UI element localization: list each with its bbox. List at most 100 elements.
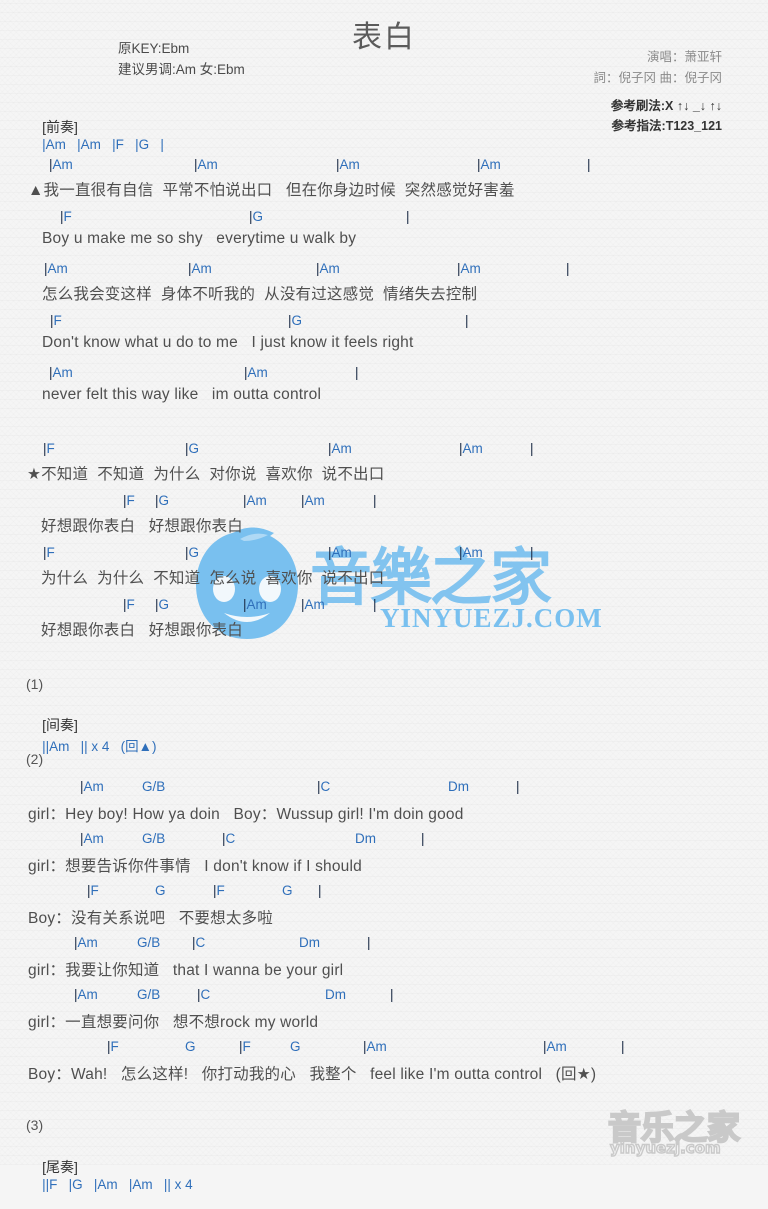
- chord-marker: |Am: [44, 261, 68, 276]
- chord-label: Dm: [448, 779, 469, 794]
- chord-marker: |Am: [477, 157, 501, 172]
- lyric-row: 怎么我会变这样 身体不听我的 从没有过这感觉 情绪失去控制: [42, 286, 478, 303]
- chord-label: G: [252, 209, 264, 224]
- chord-marker: |Am: [363, 1039, 387, 1054]
- chord-label: G/B: [142, 831, 166, 846]
- chord-label: Am: [246, 493, 267, 508]
- chord-marker: |C: [197, 987, 210, 1002]
- lyric-row: never felt this way like im outta contro…: [42, 386, 322, 403]
- chord-marker: |G: [155, 597, 169, 612]
- chord-marker: |F: [213, 883, 225, 898]
- chord-marker: |Am: [243, 493, 267, 508]
- playing-information: 参考刷法:X ↑↓ _↓ ↑↓ 参考指法:T123_121: [611, 96, 722, 136]
- suggested-key: 建议男调:Am 女:Ebm: [118, 62, 245, 77]
- chord-marker: G: [185, 1039, 196, 1054]
- outro-chords: ||F |G |Am |Am || x 4: [42, 1177, 193, 1192]
- bar-line: |: [516, 779, 520, 794]
- chord-label: Am: [247, 365, 268, 380]
- intro-chords: |Am |Am |F |G |: [42, 137, 164, 152]
- chord-marker: G: [155, 883, 166, 898]
- chord-row: |Am G/B |C Dm |: [0, 779, 768, 797]
- chord-row: |F |G |Am |Am |: [0, 597, 768, 615]
- chord-label: G: [290, 1039, 301, 1054]
- rap-section-number: (2): [26, 751, 44, 767]
- chord-marker: |Am: [74, 935, 98, 950]
- chord-marker: Dm: [325, 987, 346, 1002]
- chord-label: F: [90, 883, 99, 898]
- bar-line: |: [373, 493, 377, 508]
- bar-line: |: [406, 209, 410, 224]
- chord-marker: G: [282, 883, 293, 898]
- bar-separator: |: [566, 261, 570, 276]
- chord-label: Am: [460, 261, 481, 276]
- chord-marker: |F: [239, 1039, 251, 1054]
- bar-separator: |: [406, 209, 410, 224]
- chord-label: Am: [197, 157, 218, 172]
- bar-separator: |: [373, 493, 377, 508]
- key-information: 原KEY:Ebm 建议男调:Am 女:Ebm: [118, 38, 245, 80]
- chord-marker: |Am: [459, 545, 483, 560]
- chord-label: Dm: [355, 831, 376, 846]
- chord-marker: |F: [43, 545, 55, 560]
- bar-line: |: [390, 987, 394, 1002]
- chord-label: Am: [331, 545, 352, 560]
- chord-marker: |F: [60, 209, 72, 224]
- chord-marker: |F: [123, 493, 135, 508]
- chord-label: F: [63, 209, 72, 224]
- chord-label: C: [225, 831, 236, 846]
- chord-marker: |Am: [316, 261, 340, 276]
- chord-marker: |F: [43, 441, 55, 456]
- chord-label: Am: [83, 831, 104, 846]
- chord-label: C: [320, 779, 331, 794]
- intro-tag: [前奏]: [42, 119, 78, 135]
- outro-line: [尾奏] ||F |G |Am |Am || x 4: [26, 1141, 193, 1209]
- chord-marker: |G: [185, 441, 199, 456]
- chord-label: Am: [77, 935, 98, 950]
- chord-marker: |Am: [328, 441, 352, 456]
- lyric-row: Boy u make me so shy everytime u walk by: [42, 230, 357, 247]
- chord-label: G/B: [142, 779, 166, 794]
- song-credits: 演唱：萧亚轩 詞：倪子冈 曲：倪子冈: [594, 47, 722, 89]
- chord-row: |F |G |Am |Am |: [0, 493, 768, 511]
- chord-marker: |Am: [74, 987, 98, 1002]
- chord-label: G/B: [137, 935, 161, 950]
- chord-marker: |G: [155, 493, 169, 508]
- singer-credit: 演唱：萧亚轩: [646, 50, 722, 64]
- chord-marker: |F: [50, 313, 62, 328]
- chord-label: Am: [304, 493, 325, 508]
- chord-label: G: [188, 441, 200, 456]
- chord-label: G: [185, 1039, 196, 1054]
- bar-line: |: [318, 883, 322, 898]
- chord-marker: |Am: [301, 493, 325, 508]
- original-key: 原KEY:Ebm: [118, 41, 190, 56]
- interlude-tag: [间奏]: [42, 717, 78, 733]
- chord-row: |Am G/B |C Dm |: [0, 935, 768, 953]
- lyric-row: ▲我一直很有自信 平常不怕说出口 但在你身边时候 突然感觉好害羞: [28, 182, 515, 199]
- chord-label: G: [188, 545, 200, 560]
- bar-separator: |: [530, 545, 534, 560]
- chord-label: Am: [83, 779, 104, 794]
- chord-label: F: [46, 545, 55, 560]
- chord-label: Am: [319, 261, 340, 276]
- chord-row: |Am G/B |C Dm |: [0, 987, 768, 1005]
- chord-label: Am: [246, 597, 267, 612]
- chord-marker: |Am: [194, 157, 218, 172]
- lyric-row: Don't know what u do to me I just know i…: [42, 334, 414, 351]
- lyric-row: girl：想要告诉你件事情 I don't know if I should: [28, 858, 362, 875]
- chord-label: F: [110, 1039, 119, 1054]
- chord-row: |F |G |Am |Am |: [0, 441, 768, 459]
- chord-marker: |Am: [459, 441, 483, 456]
- chord-marker: |Am: [80, 779, 104, 794]
- chord-label: F: [46, 441, 55, 456]
- bar-line: |: [465, 313, 469, 328]
- lyric-row: 好想跟你表白 好想跟你表白: [41, 622, 243, 639]
- chord-label: G: [282, 883, 293, 898]
- chord-marker: |F: [107, 1039, 119, 1054]
- chord-label: Am: [480, 157, 501, 172]
- fingerstyle-pattern: 参考指法:T123_121: [611, 119, 722, 133]
- chord-marker: |Am: [543, 1039, 567, 1054]
- bar-line: |: [421, 831, 425, 846]
- chord-marker: G: [290, 1039, 301, 1054]
- chord-label: G: [291, 313, 303, 328]
- lyric-row: 好想跟你表白 好想跟你表白: [41, 518, 243, 535]
